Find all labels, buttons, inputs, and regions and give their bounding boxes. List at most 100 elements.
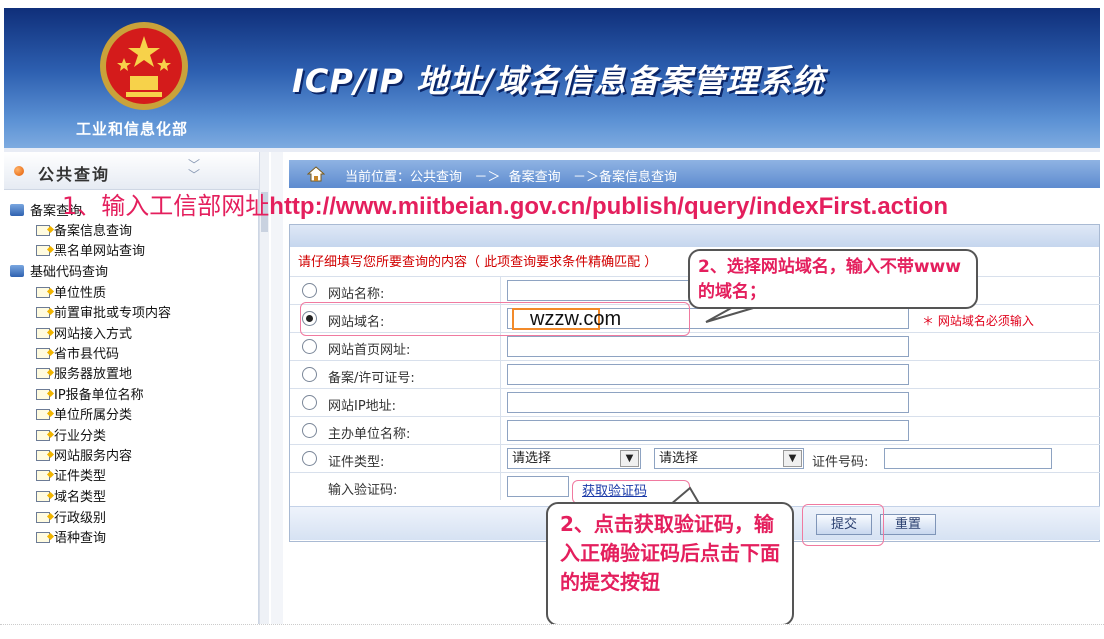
sidebar-item-access-method[interactable]: 网站接入方式 (36, 323, 132, 343)
group-icon (10, 204, 24, 216)
orange-dot-icon (14, 166, 24, 176)
sidebar-item-domain-type[interactable]: 域名类型 (36, 486, 106, 506)
breadcrumb: 当前位置：公共查询 －＞ 备案查询 －＞备案信息查询 (289, 160, 1100, 188)
splitter-bar[interactable] (271, 152, 283, 624)
form-row-license-number: 备案/许可证号: (290, 360, 1100, 388)
cert-number-label: 证件号码: (812, 455, 869, 470)
page-edge (0, 624, 1104, 639)
tree-item-label: 服务器放置地 (54, 367, 133, 382)
tree-item-label: IP报备单位名称 (54, 388, 144, 403)
tree-item-label: 语种查询 (54, 531, 107, 546)
tree-item-label: 单位性质 (54, 286, 107, 301)
sidebar-item-pre-approval[interactable]: 前置审批或专项内容 (36, 302, 171, 322)
license-number-input[interactable] (507, 364, 909, 385)
document-icon (36, 450, 50, 461)
radio-cert-type[interactable] (302, 451, 317, 466)
document-icon (36, 287, 50, 298)
document-icon (36, 409, 50, 420)
document-icon (36, 368, 50, 379)
field-label: 网站首页网址: (328, 343, 411, 358)
radio-ip-address[interactable] (302, 395, 317, 410)
step1-url: http://www.miitbeian.gov.cn/publish/quer… (269, 193, 948, 220)
sidebar-item-cert-type[interactable]: 证件类型 (36, 465, 106, 485)
tree-item-label: 备案信息查询 (54, 224, 133, 239)
step1-annotation: 1、输入工信部网址http://www.miitbeian.gov.cn/pub… (62, 186, 948, 221)
tree-item-label: 省市县代码 (54, 347, 120, 362)
ip-address-input[interactable] (507, 392, 909, 413)
column-divider (500, 277, 501, 304)
sidebar-item-server-location[interactable]: 服务器放置地 (36, 363, 132, 383)
tree-item-label: 单位所属分类 (54, 408, 133, 423)
radio-license-number[interactable] (302, 367, 317, 382)
document-icon (36, 245, 50, 256)
step2-domain-callout: 2、选择网站域名，输入不带www的域名； (688, 249, 978, 309)
sidebar-item-blacklist-query[interactable]: 黑名单网站查询 (36, 240, 145, 260)
homepage-url-input[interactable] (507, 336, 909, 357)
submit-highlight-box (802, 504, 884, 546)
screenshot-root: 工业和信息化部 ICP/IP 地址/域名信息备案管理系统 公共查询 ﹀ ﹀ 备案查… (0, 0, 1104, 639)
cert-subtype-select[interactable]: 请选择 ▼ (654, 448, 804, 469)
radio-homepage-url[interactable] (302, 339, 317, 354)
chevron-down-icon[interactable]: ▼ (783, 450, 802, 467)
sidebar-item-unit-nature[interactable]: 单位性质 (36, 282, 106, 302)
sidebar-scrollbar[interactable] (259, 152, 269, 624)
double-chevron-down-icon[interactable]: ﹀ ﹀ (188, 159, 200, 181)
document-icon (36, 512, 50, 523)
cert-type-select[interactable]: 请选择 ▼ (507, 448, 641, 469)
tree-item-label: 网站接入方式 (54, 327, 133, 342)
tree-item-label: 黑名单网站查询 (54, 244, 146, 259)
chevron-down-icon[interactable]: ▼ (620, 450, 639, 467)
select-value: 请选择 (512, 451, 552, 466)
radio-site-name[interactable] (302, 283, 317, 298)
captcha-label: 输入验证码: (328, 483, 398, 498)
radio-organizer[interactable] (302, 423, 317, 438)
form-row-organizer: 主办单位名称: (290, 416, 1100, 444)
sidebar-item-record-info-query[interactable]: 备案信息查询 (36, 220, 132, 240)
sidebar-item-region-code[interactable]: 省市县代码 (36, 343, 119, 363)
domain-highlight-box (300, 302, 690, 336)
sidebar-item-unit-category[interactable]: 单位所属分类 (36, 404, 132, 424)
reset-button[interactable]: 重置 (880, 514, 936, 535)
tree-item-label: 行政级别 (54, 511, 107, 526)
tree-item-label: 域名类型 (54, 490, 107, 505)
sidebar-item-service-content[interactable]: 网站服务内容 (36, 445, 132, 465)
document-icon (36, 389, 50, 400)
document-icon (36, 328, 50, 339)
column-divider (500, 417, 501, 444)
form-row-captcha: 输入验证码: 获取验证码 (290, 472, 1100, 500)
form-prompt: 请仔细填写您所要查询的内容（ 此项查询要求条件精确匹配 ） (298, 255, 658, 270)
document-icon (36, 225, 50, 236)
tree-group-label: 基础代码查询 (30, 265, 109, 280)
column-divider (500, 361, 501, 388)
field-label: 证件类型: (328, 455, 385, 470)
ministry-name: 工业和信息化部 (76, 120, 189, 138)
document-icon (36, 348, 50, 359)
system-title: ICP/IP 地址/域名信息备案管理系统 (292, 62, 825, 100)
cert-number-input[interactable] (884, 448, 1052, 469)
column-divider (500, 389, 501, 416)
captcha-highlight-box (572, 480, 690, 504)
tree-item-label: 前置审批或专项内容 (54, 306, 172, 321)
tree-group-base-code-query[interactable]: 基础代码查询 (10, 261, 108, 281)
document-icon (36, 307, 50, 318)
sidebar-item-industry[interactable]: 行业分类 (36, 425, 106, 445)
breadcrumb-text: 当前位置：公共查询 －＞ 备案查询 －＞备案信息查询 (345, 170, 678, 185)
home-icon[interactable] (307, 165, 325, 183)
captcha-input[interactable] (507, 476, 569, 497)
organizer-input[interactable] (507, 420, 909, 441)
national-emblem-icon (100, 22, 188, 110)
step1-text: 1、输入工信部网址 (62, 192, 270, 220)
select-value: 请选择 (659, 451, 699, 466)
domain-required-note: ＊ 网站域名必须输入 (922, 314, 1034, 328)
field-label: 备案/许可证号: (328, 371, 415, 386)
sidebar-title: 公共查询 (38, 165, 111, 184)
document-icon (36, 532, 50, 543)
sidebar-item-ip-reporting-unit[interactable]: IP报备单位名称 (36, 384, 144, 404)
column-divider (500, 445, 501, 472)
sidebar-item-language[interactable]: 语种查询 (36, 527, 106, 547)
form-row-cert-type: 证件类型: 请选择 ▼ 请选择 ▼ 证件号码: (290, 444, 1100, 472)
sidebar-header[interactable]: 公共查询 ﹀ ﹀ (4, 152, 259, 190)
sidebar-item-admin-level[interactable]: 行政级别 (36, 507, 106, 527)
sidebar: 公共查询 ﹀ ﹀ 备案查询 备案信息查询 黑名单网站查询 基础代码查询 单位性质 … (4, 152, 259, 624)
form-row-ip-address: 网站IP地址: (290, 388, 1100, 416)
